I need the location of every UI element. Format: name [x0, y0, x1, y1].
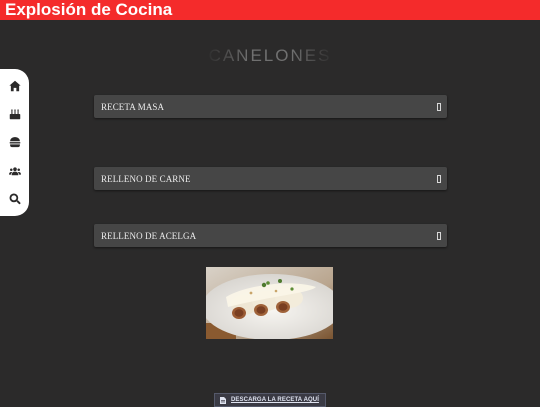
side-navigation [0, 69, 29, 216]
home-icon [8, 80, 21, 92]
burger-icon [9, 137, 20, 148]
cake-icon [9, 109, 20, 120]
nav-search-button[interactable] [4, 188, 26, 210]
accordion-label: RECETA MASA [101, 101, 165, 112]
nav-cakes-button[interactable] [4, 103, 26, 125]
header-bar: Explosión de Cocina [0, 0, 540, 20]
site-brand[interactable]: Explosión de Cocina [5, 0, 172, 22]
search-icon [9, 193, 20, 205]
expand-icon [437, 174, 441, 183]
accordion-receta-masa[interactable]: RECETA MASA [94, 95, 447, 118]
nav-community-button[interactable] [4, 160, 26, 182]
nav-burgers-button[interactable] [4, 131, 26, 153]
download-label: DESCARGA LA RECETA AQUÍ [231, 397, 319, 403]
expand-icon [437, 102, 441, 111]
users-icon [8, 167, 21, 175]
expand-icon [437, 231, 441, 240]
page-title: CANELONES [208, 46, 332, 65]
nav-home-button[interactable] [4, 75, 26, 97]
accordion-relleno-acelga[interactable]: RELLENO DE ACELGA [94, 224, 447, 247]
accordion-label: RELLENO DE ACELGA [101, 230, 197, 241]
canelones-photo [206, 267, 333, 339]
document-icon [220, 396, 226, 404]
accordion-label: RELLENO DE CARNE [101, 173, 191, 184]
accordion-relleno-carne[interactable]: RELLENO DE CARNE [94, 167, 447, 190]
